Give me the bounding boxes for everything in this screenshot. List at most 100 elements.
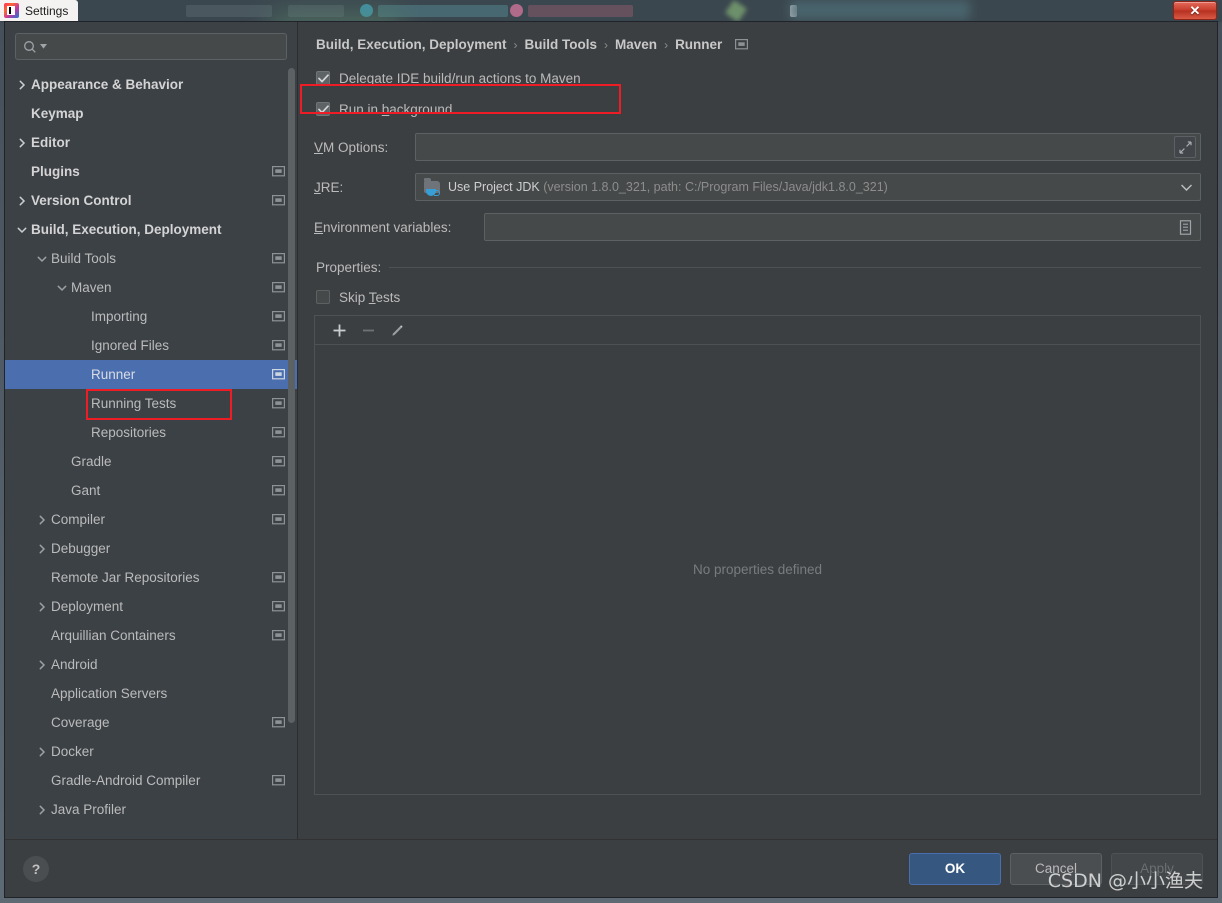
sidebar-item-label: Ignored Files [91,338,170,353]
sidebar-item-arquillian-containers[interactable]: Arquillian Containers [5,621,297,650]
sidebar-item-label: Android [51,657,98,672]
dialog-title-bar: Settings [0,0,79,21]
sidebar-item-appearance-behavior[interactable]: Appearance & Behavior [5,70,297,99]
sidebar-item-gant[interactable]: Gant [5,476,297,505]
sidebar-item-docker[interactable]: Docker [5,737,297,766]
chevron-down-icon[interactable] [53,283,71,293]
sidebar-item-label: Gradle [71,454,112,469]
sidebar-item-label: Build Tools [51,251,117,266]
ok-button[interactable]: OK [909,852,1001,885]
breadcrumb-item[interactable]: Build Tools [525,37,598,52]
sidebar-item-label: Keymap [31,106,84,121]
checkmark-icon [317,104,329,113]
sidebar-item-android[interactable]: Android [5,650,297,679]
sidebar-item-remote-jar-repositories[interactable]: Remote Jar Repositories [5,563,297,592]
add-property-button[interactable] [326,318,352,342]
vm-options-input[interactable] [415,133,1201,161]
sidebar-item-maven[interactable]: Maven [5,273,297,302]
sidebar-item-deployment[interactable]: Deployment [5,592,297,621]
settings-tree: Appearance & Behavior Keymap Editor Plugins… [5,68,297,839]
sidebar-item-editor[interactable]: Editor [5,128,297,157]
sidebar-item-runner[interactable]: Runner [5,360,297,389]
remove-property-button[interactable] [355,318,381,342]
run-in-background-checkbox[interactable] [316,102,330,116]
sidebar-item-label: Maven [71,280,112,295]
sidebar-item-application-servers[interactable]: Application Servers [5,679,297,708]
chevron-right-icon[interactable] [33,602,51,612]
vm-options-expand-button[interactable] [1174,136,1196,158]
skip-tests-checkbox[interactable] [316,290,330,304]
chevron-right-icon[interactable] [33,544,51,554]
delegate-build-label: Delegate IDE build/run actions to Maven [339,71,581,86]
jre-value-main: Use Project JDK [448,180,540,194]
delegate-build-checkbox-row[interactable]: Delegate IDE build/run actions to Maven [316,66,1201,90]
cancel-button-label: Cancel [1034,861,1078,876]
dialog-body: Appearance & Behavior Keymap Editor Plugins… [5,22,1217,839]
sidebar-scrollbar-thumb[interactable] [288,68,295,723]
properties-empty-message: No properties defined [692,562,823,577]
project-scope-icon [272,311,285,322]
dialog-title: Settings [25,3,69,18]
sidebar-item-label: Coverage [51,715,110,730]
chevron-right-icon[interactable] [33,515,51,525]
skip-tests-checkbox-row[interactable]: Skip Tests [316,285,1201,309]
sidebar-item-version-control[interactable]: Version Control [5,186,297,215]
sidebar-scrollbar[interactable] [288,68,295,744]
sidebar-item-build-execution-deployment[interactable]: Build, Execution, Deployment [5,215,297,244]
properties-table[interactable]: No properties defined [314,344,1201,795]
chevron-down-icon[interactable] [1181,183,1192,191]
skip-tests-text-rest: ests [375,289,401,305]
edit-property-button[interactable] [384,318,410,342]
delegate-build-checkbox[interactable] [316,71,330,85]
run-in-background-checkbox-row[interactable]: Run in background [316,97,1201,121]
sidebar-item-debugger[interactable]: Debugger [5,534,297,563]
sidebar-item-plugins[interactable]: Plugins [5,157,297,186]
breadcrumb-item[interactable]: Build, Execution, Deployment [316,37,507,52]
sidebar-item-label: Editor [31,135,70,150]
project-scope-icon [735,39,749,50]
search-box[interactable] [15,33,287,60]
sidebar-item-ignored-files[interactable]: Ignored Files [5,331,297,360]
chevron-right-icon[interactable] [33,660,51,670]
chevron-down-icon[interactable] [33,254,51,264]
dialog-footer: ? OK Cancel Apply CSDN @小小渔夫 [5,839,1217,897]
apply-button[interactable]: Apply [1111,852,1203,885]
sidebar-item-repositories[interactable]: Repositories [5,418,297,447]
expand-icon [1178,140,1192,154]
sidebar-item-compiler[interactable]: Compiler [5,505,297,534]
sidebar-item-java-profiler[interactable]: Java Profiler [5,795,297,824]
sidebar-item-gradle[interactable]: Gradle [5,447,297,476]
project-scope-icon [272,253,285,264]
sidebar-item-coverage[interactable]: Coverage [5,708,297,737]
sidebar-item-running-tests[interactable]: Running Tests [5,389,297,418]
environment-variables-browse-button[interactable] [1174,216,1196,238]
breadcrumb-item[interactable]: Maven [615,37,657,52]
project-scope-icon [272,485,285,496]
chevron-down-icon[interactable] [13,225,31,235]
vm-options-label: VM Options: [314,140,413,155]
search-input[interactable] [50,39,279,54]
run-in-background-text-rest: ackground [389,101,453,117]
sidebar-item-importing[interactable]: Importing [5,302,297,331]
search-options-chevron-icon[interactable] [40,44,47,49]
chevron-right-icon[interactable] [13,80,31,90]
sidebar-item-keymap[interactable]: Keymap [5,99,297,128]
help-button[interactable]: ? [23,855,49,882]
chevron-right-icon[interactable] [13,138,31,148]
sidebar-item-label: Remote Jar Repositories [51,570,200,585]
environment-variables-mnemonic: E [314,219,324,235]
jre-combobox[interactable]: Use Project JDK (version 1.8.0_321, path… [415,173,1201,201]
project-scope-icon [272,572,285,583]
cancel-button[interactable]: Cancel [1010,852,1102,885]
sidebar-item-gradle-android-compiler[interactable]: Gradle-Android Compiler [5,766,297,795]
chevron-right-icon[interactable] [13,196,31,206]
window-close-button[interactable]: ✕ [1173,1,1217,20]
breadcrumb-item[interactable]: Runner [675,37,722,52]
environment-variables-input[interactable] [484,213,1201,241]
chevron-right-icon[interactable] [33,805,51,815]
properties-title: Properties: [316,260,382,275]
project-scope-icon [272,514,285,525]
chevron-right-icon[interactable] [33,747,51,757]
sidebar-item-build-tools[interactable]: Build Tools [5,244,297,273]
project-scope-icon [272,601,285,612]
